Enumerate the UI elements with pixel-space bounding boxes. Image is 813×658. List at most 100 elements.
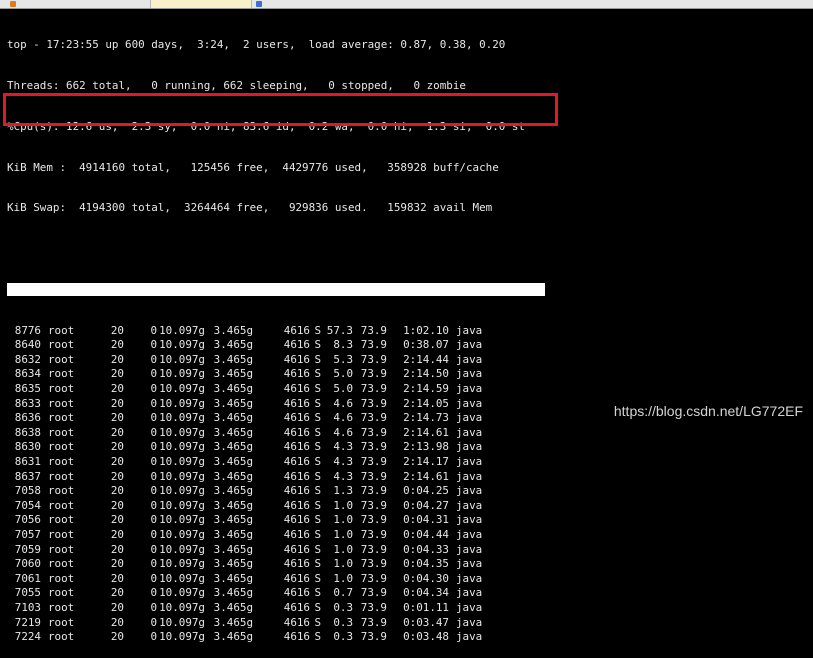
cell-ni: 0 [150, 455, 157, 468]
cell-cpu: 4.3 [333, 469, 353, 483]
cell-pid: 8633 [14, 396, 41, 410]
cell-shr: 4616 [283, 498, 310, 512]
cell-state: S [314, 425, 321, 439]
cell-pr: 20 [110, 367, 124, 381]
cell-cpu: 1.3 [333, 484, 353, 498]
session-icon[interactable] [10, 1, 16, 7]
cell-mem: 73.9 [360, 484, 387, 498]
cell-cpu: 8.3 [333, 338, 353, 352]
watermark: https://blog.csdn.net/LG772EF [613, 403, 803, 419]
cell-command: java [456, 338, 483, 352]
cell-user: root [48, 338, 75, 352]
cell-time: 0:04.25 [403, 484, 449, 498]
cell-time: 2:14.61 [403, 469, 449, 483]
cell-shr: 4616 [283, 527, 310, 541]
process-row: 8640 root 20 0 10.097g 3.465g 4616 S 8.3 73.9 0:38… [7, 338, 545, 353]
cell-shr: 4616 [283, 469, 310, 483]
process-row: 8630 root 20 0 10.097g 3.465g 4616 S 4.3 73.9 2:13… [7, 440, 545, 455]
cell-user: root [48, 586, 75, 600]
process-row: 7224 root 20 0 10.097g 3.465g 4616 S 0.3 73.9 0:03… [7, 630, 545, 645]
cell-ni: 0 [150, 469, 157, 483]
cell-state: S [314, 600, 321, 614]
cell-virt: 10.097g [159, 352, 205, 366]
cell-virt: 10.097g [159, 513, 205, 527]
cell-cpu: 4.3 [333, 440, 353, 454]
cell-command: java [456, 586, 483, 600]
active-tab[interactable] [150, 0, 252, 8]
cell-pid: 8631 [14, 455, 41, 468]
cell-pid: 8635 [14, 382, 41, 396]
process-row: 8637 root 20 0 10.097g 3.465g 4616 S 4.3 73.9 2:14… [7, 470, 545, 485]
cell-pid: 8636 [14, 411, 41, 425]
cell-shr: 4616 [283, 630, 310, 644]
cell-state: S [314, 382, 321, 396]
cell-state: S [314, 338, 321, 352]
cell-command: java [456, 630, 483, 644]
cell-mem: 73.9 [360, 455, 387, 468]
cell-pr: 20 [110, 630, 124, 644]
cell-mem: 73.9 [360, 367, 387, 381]
cell-time: 2:14.50 [403, 367, 449, 381]
cell-state: S [314, 498, 321, 512]
cell-user: root [48, 411, 75, 425]
cell-command: java [456, 557, 483, 571]
cell-res: 3.465g [213, 323, 253, 337]
col-user: USER [74, 296, 101, 310]
cell-command: java [456, 600, 483, 614]
cell-ni: 0 [150, 630, 157, 644]
cell-ni: 0 [150, 323, 157, 337]
process-row: 8635 root 20 0 10.097g 3.465g 4616 S 5.0 73.9 2:14… [7, 382, 545, 397]
cell-mem: 73.9 [360, 542, 387, 556]
cell-time: 2:14.73 [403, 411, 449, 425]
cell-pr: 20 [110, 396, 124, 410]
cell-time: 0:04.44 [403, 527, 449, 541]
cell-virt: 10.097g [159, 600, 205, 614]
cell-command: java [456, 571, 483, 585]
cell-virt: 10.097g [159, 484, 205, 498]
cell-ni: 0 [150, 411, 157, 425]
cell-mem: 73.9 [360, 615, 387, 629]
cell-shr: 4616 [283, 557, 310, 571]
terminal-tab-bar [0, 0, 813, 9]
cell-cpu: 4.6 [333, 411, 353, 425]
cell-state: S [314, 455, 321, 468]
cell-user: root [48, 455, 75, 468]
cell-command: java [456, 615, 483, 629]
cell-time: 0:04.31 [403, 513, 449, 527]
cell-pid: 7224 [14, 630, 41, 644]
cell-pr: 20 [110, 338, 124, 352]
cell-user: root [48, 527, 75, 541]
cell-user: root [48, 600, 75, 614]
cell-shr: 4616 [283, 542, 310, 556]
cell-pid: 8638 [14, 425, 41, 439]
cell-virt: 10.097g [159, 338, 205, 352]
cpu-line: %Cpu(s): 12.6 us, 2.3 sy, 0.0 ni, 83.6 i… [7, 119, 525, 133]
cell-cpu: 0.3 [333, 615, 353, 629]
cell-pid: 8630 [14, 440, 41, 454]
mem-line: KiB Mem : 4914160 total, 125456 free, 44… [7, 160, 499, 174]
cell-res: 3.465g [213, 338, 253, 352]
col-time: TIME+ [442, 296, 476, 310]
cell-shr: 4616 [283, 396, 310, 410]
cell-user: root [48, 367, 75, 381]
process-row: 7219 root 20 0 10.097g 3.465g 4616 S 0.3 73.9 0:03… [7, 616, 545, 631]
cell-virt: 10.097g [159, 527, 205, 541]
cell-mem: 73.9 [360, 338, 387, 352]
cell-state: S [314, 323, 321, 337]
cell-user: root [48, 571, 75, 585]
cell-res: 3.465g [213, 571, 253, 585]
cell-time: 0:04.33 [403, 542, 449, 556]
process-row: 8632 root 20 0 10.097g 3.465g 4616 S 5.3 73.9 2:14… [7, 353, 545, 368]
session-tab-icon[interactable] [256, 1, 262, 7]
cell-state: S [314, 586, 321, 600]
cell-time: 0:03.48 [403, 630, 449, 644]
cell-cpu: 4.6 [333, 396, 353, 410]
cell-time: 0:03.47 [403, 615, 449, 629]
cell-pr: 20 [110, 557, 124, 571]
cell-cpu: 0.7 [333, 586, 353, 600]
cell-pr: 20 [110, 600, 124, 614]
col-cpu: %CPU [353, 296, 380, 310]
cell-time: 0:04.27 [403, 498, 449, 512]
cell-pid: 7055 [14, 586, 41, 600]
cell-state: S [314, 367, 321, 381]
